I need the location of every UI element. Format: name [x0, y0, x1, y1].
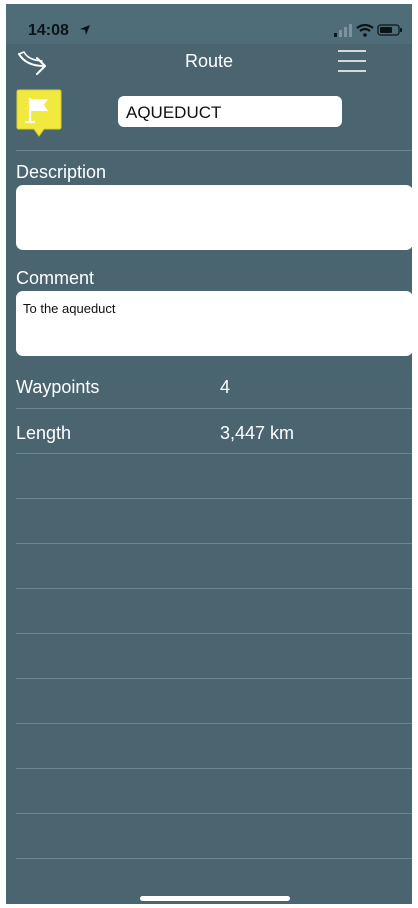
empty-row-divider — [16, 768, 412, 769]
status-icons — [334, 23, 402, 37]
comment-field[interactable]: To the aqueduct — [16, 291, 412, 356]
route-name-field[interactable]: AQUEDUCT — [118, 96, 342, 127]
description-label: Description — [16, 162, 107, 182]
empty-row-divider — [16, 858, 412, 859]
route-detail-view: 14:08 Route AQUEDUCT Description Comment… — [6, 4, 412, 904]
length-label: Length — [16, 423, 72, 443]
battery-icon — [377, 24, 402, 36]
screen: 14:08 Route AQUEDUCT Description Comment… — [0, 0, 418, 908]
empty-row-divider — [16, 543, 412, 544]
status-time: 14:08 — [28, 22, 69, 39]
waypoints-value: 4 — [220, 377, 231, 397]
divider — [16, 408, 412, 409]
cellular-signal-icon — [334, 24, 352, 37]
empty-row-divider — [16, 633, 412, 634]
hamburger-menu-icon[interactable] — [336, 48, 368, 74]
waypoints-label: Waypoints — [16, 377, 100, 397]
empty-row-divider — [16, 588, 412, 589]
flag-marker-icon[interactable] — [16, 89, 62, 141]
home-indicator[interactable] — [140, 896, 290, 901]
description-field[interactable] — [16, 185, 412, 250]
status-bar: 14:08 — [6, 4, 412, 44]
comment-label: Comment — [16, 268, 95, 288]
location-arrow-icon — [80, 25, 90, 35]
empty-row-divider — [16, 498, 412, 499]
length-value: 3,447 km — [220, 423, 295, 443]
divider — [16, 453, 412, 454]
empty-row-divider — [16, 813, 412, 814]
empty-row-divider — [16, 678, 412, 679]
wifi-icon — [356, 23, 374, 37]
empty-row-divider — [16, 723, 412, 724]
divider — [16, 150, 412, 151]
